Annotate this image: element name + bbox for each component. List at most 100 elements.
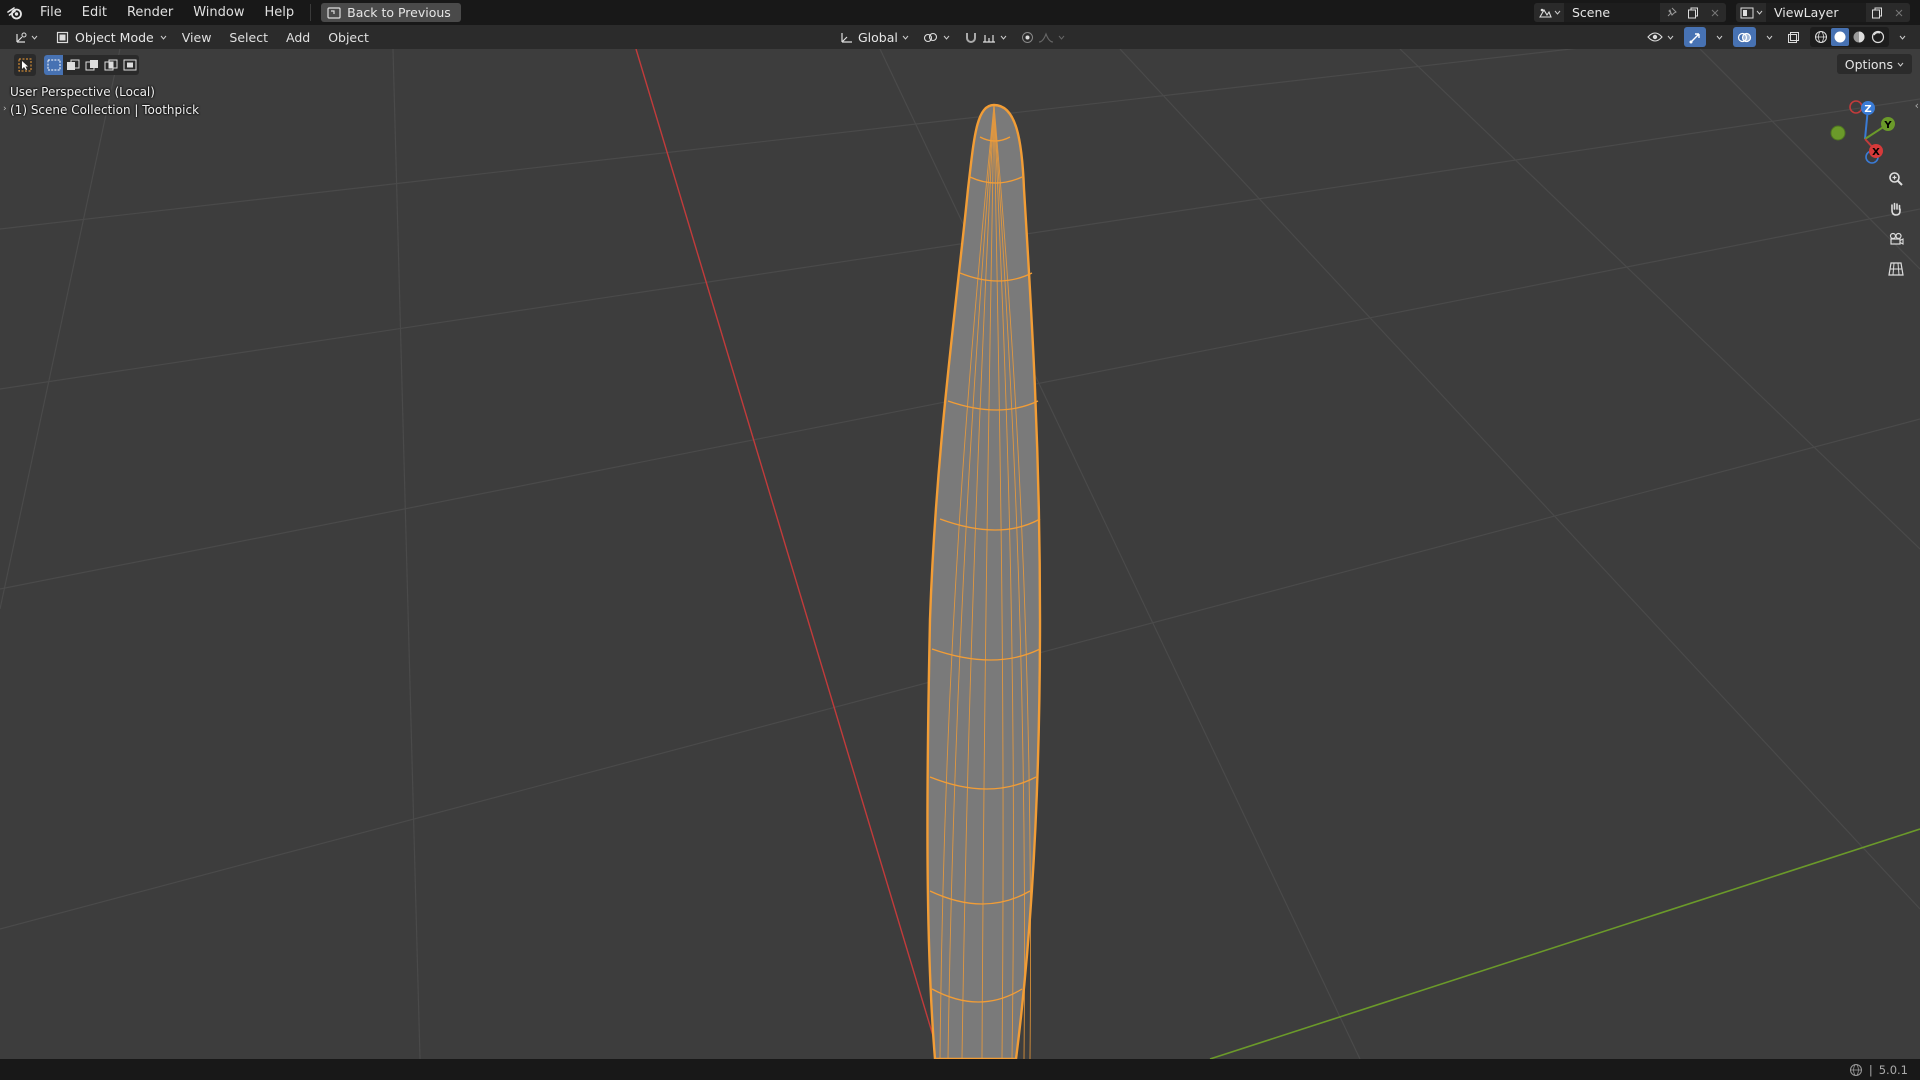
- chevron-down-icon: [1000, 35, 1007, 40]
- network-globe-icon[interactable]: [1849, 1063, 1863, 1077]
- tool-header: [14, 54, 139, 76]
- camera-icon[interactable]: [1883, 227, 1909, 251]
- gizmo-toggle[interactable]: [1684, 27, 1706, 47]
- delete-scene-button[interactable]: [1704, 3, 1726, 22]
- scene-icon: [1538, 8, 1552, 18]
- menu-help[interactable]: Help: [255, 0, 305, 25]
- gizmo-neg-x[interactable]: [1849, 100, 1863, 114]
- hand-icon[interactable]: [1883, 197, 1909, 221]
- new-scene-button[interactable]: [1682, 3, 1704, 22]
- fullscreen-exit-icon: [327, 6, 341, 19]
- wireframe-sphere-icon: [1815, 31, 1827, 43]
- menu-window[interactable]: Window: [183, 0, 254, 25]
- view-layer-icon: [1740, 7, 1753, 18]
- gizmo-icon: [1689, 32, 1700, 43]
- snap-toggle[interactable]: [960, 27, 1011, 47]
- shading-wireframe-button[interactable]: [1812, 28, 1830, 46]
- top-bar: File Edit Render Window Help Back to Pre…: [0, 0, 1920, 25]
- tool-select-button[interactable]: [14, 54, 36, 76]
- grid-icon[interactable]: [1883, 257, 1909, 281]
- chevron-down-icon: [1716, 35, 1723, 40]
- menu-select[interactable]: Select: [220, 30, 277, 45]
- menu-render[interactable]: Render: [117, 0, 183, 25]
- shading-rendered-button[interactable]: [1869, 28, 1887, 46]
- y-axis-line: [1209, 828, 1920, 1059]
- eye-icon: [1647, 32, 1663, 42]
- overlays-options-dropdown[interactable]: [1762, 27, 1777, 47]
- pin-scene-button[interactable]: [1660, 3, 1682, 22]
- options-dropdown[interactable]: Options: [1836, 54, 1912, 74]
- navigation-buttons: [1883, 167, 1909, 281]
- magnet-icon: [965, 32, 976, 43]
- toothpick-object[interactable]: [926, 103, 1042, 1059]
- shading-solid-button[interactable]: [1831, 28, 1849, 46]
- x-axis-line: [635, 49, 941, 1059]
- material-sphere-icon: [1853, 31, 1865, 43]
- shading-options-dropdown[interactable]: [1895, 27, 1910, 47]
- select-subtract-button[interactable]: [82, 55, 101, 75]
- falloff-icon: [1038, 31, 1053, 43]
- menu-view[interactable]: View: [173, 30, 221, 45]
- divider: [310, 4, 312, 21]
- status-separator: |: [1868, 1062, 1873, 1077]
- overlays-toggle[interactable]: [1733, 27, 1756, 47]
- view-layer-browse-button[interactable]: [1736, 3, 1766, 22]
- transform-orientation-dropdown[interactable]: Global: [836, 27, 913, 47]
- pin-icon: [1667, 7, 1677, 17]
- menu-add[interactable]: Add: [277, 30, 319, 45]
- navigation-gizmo[interactable]: Z Y X: [1820, 84, 1910, 174]
- status-bar: | 5.0.1: [0, 1059, 1920, 1080]
- interaction-mode-dropdown[interactable]: Object Mode: [50, 27, 173, 47]
- selectability-visibility-dropdown[interactable]: [1643, 27, 1678, 47]
- chevron-down-icon: [1667, 35, 1674, 40]
- select-extend-icon: [66, 59, 79, 70]
- overlays-icon: [1737, 32, 1752, 42]
- select-new-icon: [47, 59, 60, 71]
- view-layer-name-field[interactable]: ViewLayer: [1766, 3, 1866, 22]
- gizmo-x-label: X: [1872, 147, 1880, 158]
- delete-view-layer-button[interactable]: [1888, 3, 1910, 22]
- sidebar-toggle-arrow[interactable]: ‹: [1915, 99, 1919, 112]
- gizmo-options-dropdown[interactable]: [1712, 27, 1727, 47]
- xray-icon: [1788, 31, 1799, 43]
- select-new-button[interactable]: [44, 55, 63, 75]
- select-intersect-button[interactable]: [120, 55, 139, 75]
- chevron-down-icon: [160, 35, 167, 40]
- pivot-point-dropdown[interactable]: [919, 27, 954, 47]
- back-to-previous-button[interactable]: Back to Previous: [321, 3, 461, 22]
- menu-object[interactable]: Object: [319, 30, 378, 45]
- new-view-layer-button[interactable]: [1866, 3, 1888, 22]
- object-mode-icon: [56, 31, 69, 43]
- chevron-down-icon: [1554, 10, 1560, 15]
- shading-mode-group: [1810, 27, 1889, 47]
- scene-name-field[interactable]: Scene: [1564, 3, 1660, 22]
- menu-edit[interactable]: Edit: [72, 0, 117, 25]
- select-invert-button[interactable]: [101, 55, 120, 75]
- gizmo-neg-y[interactable]: [1830, 125, 1846, 141]
- duplicate-icon: [1872, 7, 1882, 18]
- shading-material-button[interactable]: [1850, 28, 1868, 46]
- proportional-editing-toggle[interactable]: [1017, 27, 1069, 47]
- pivot-icon: [923, 32, 937, 42]
- editor-type-button[interactable]: [4, 27, 48, 47]
- 3d-viewport[interactable]: Options User Perspective (Local) › (1) S…: [0, 49, 1920, 1059]
- chevron-right-icon[interactable]: ›: [3, 104, 7, 114]
- select-intersect-icon: [123, 59, 136, 71]
- zoom-icon[interactable]: [1883, 167, 1909, 191]
- back-to-previous-label: Back to Previous: [347, 5, 451, 20]
- gizmo-y-label: Y: [1883, 120, 1892, 131]
- duplicate-icon: [1688, 7, 1698, 18]
- gizmo-z-label: Z: [1864, 104, 1871, 115]
- select-extend-button[interactable]: [63, 55, 82, 75]
- blender-version: 5.0.1: [1878, 1062, 1908, 1077]
- chevron-down-icon: [1766, 35, 1773, 40]
- snap-increment-icon: [982, 34, 995, 43]
- transform-orientation-label: Global: [858, 29, 898, 45]
- xray-toggle[interactable]: [1783, 27, 1804, 47]
- chevron-down-icon: [1897, 62, 1904, 67]
- select-subtract-icon: [85, 60, 98, 71]
- scene-browse-button[interactable]: [1534, 3, 1564, 22]
- menu-file[interactable]: File: [30, 0, 72, 25]
- blender-logo-icon[interactable]: [0, 0, 30, 25]
- selection-mode-group: [44, 55, 139, 75]
